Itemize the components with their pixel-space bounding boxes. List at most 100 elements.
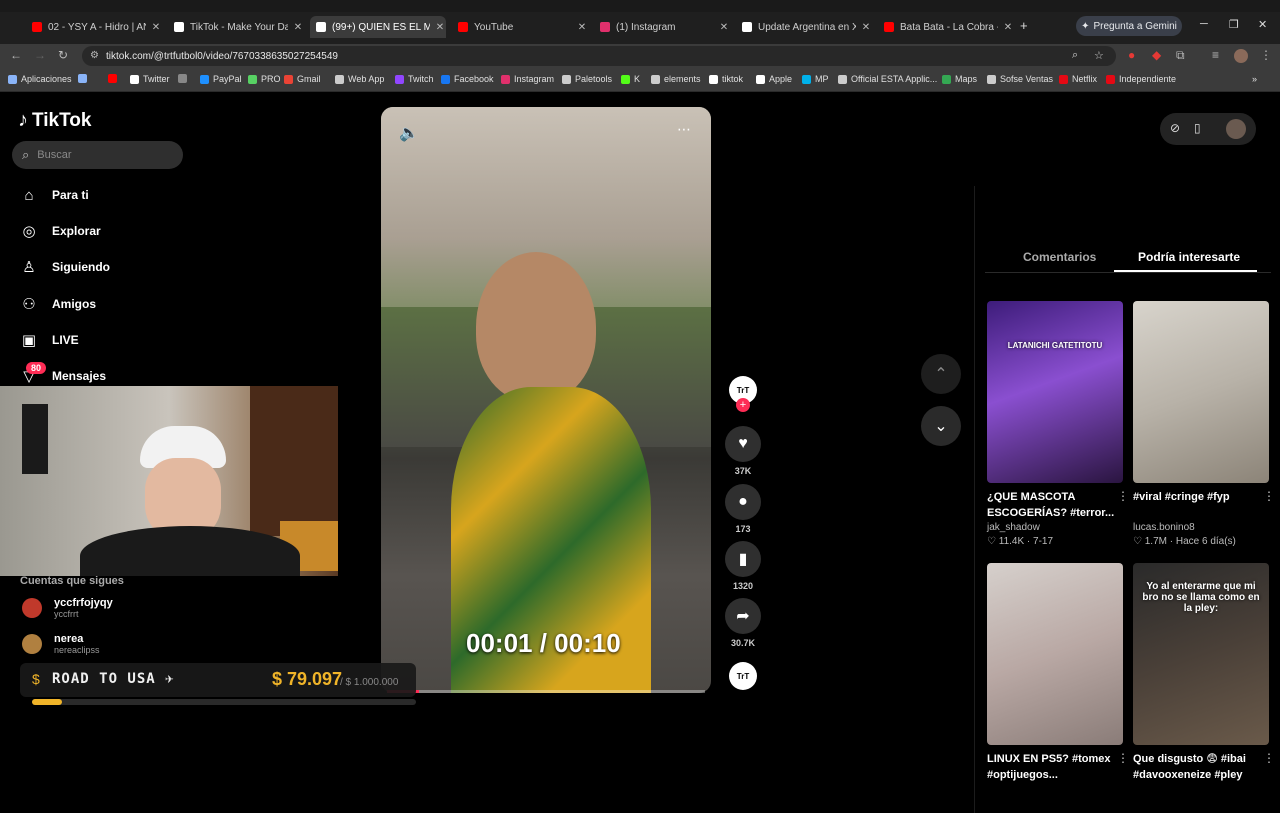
bookmark-item[interactable]: Paletools (562, 74, 612, 84)
video-thumbnail[interactable]: Yo al enterarme que mi bro no se llama c… (1133, 563, 1269, 745)
more-options-icon[interactable]: ⋮ (1263, 489, 1275, 503)
profile-avatar[interactable] (1234, 49, 1248, 63)
bookmark-item[interactable]: Sofse Ventas (987, 74, 1053, 84)
bookmark-item[interactable]: PRO (248, 74, 281, 84)
gemini-button[interactable]: ✦ Pregunta a Gemini (1076, 16, 1182, 36)
user-avatar[interactable] (1226, 119, 1246, 139)
close-window-icon[interactable]: ✕ (1258, 18, 1267, 31)
bookmark-item[interactable]: elements (651, 74, 701, 84)
nav-item-amigos[interactable]: ⚇ Amigos (20, 295, 96, 313)
browser-tab[interactable]: Bata Bata - La Cobra - You...✕ (878, 16, 1014, 38)
bookmark-item[interactable]: Netflix (1059, 74, 1097, 84)
forward-icon[interactable]: → (34, 48, 46, 62)
nav-item-siguiendo[interactable]: ♙ Siguiendo (20, 258, 110, 276)
video-thumbnail[interactable] (1133, 301, 1269, 483)
bookmark-item[interactable]: MP (802, 74, 829, 84)
site-info-icon[interactable]: ⚙ (90, 50, 99, 61)
tab-comments[interactable]: Comentarios (1023, 250, 1096, 264)
restore-icon[interactable]: ❐ (1229, 18, 1239, 31)
sound-disc[interactable]: TrT (724, 662, 762, 690)
bookmark-item[interactable]: Web App (335, 74, 384, 84)
extensions-puzzle-icon[interactable]: ⧉ (1176, 48, 1185, 63)
following-account[interactable]: nerea nereaclipss (22, 633, 100, 655)
browser-tab[interactable]: (1) Instagram ✕ (594, 16, 730, 38)
compass-icon[interactable]: ⊘ (1170, 121, 1180, 135)
more-options-icon[interactable]: ⋮ (1117, 489, 1129, 503)
bookmark-item[interactable]: PayPal (200, 74, 242, 84)
more-options-icon[interactable]: ⋯ (677, 121, 691, 138)
close-tab-icon[interactable]: ✕ (292, 22, 304, 33)
back-icon[interactable]: ← (10, 48, 22, 62)
nav-item-live[interactable]: ▣ LIVE (20, 331, 79, 349)
bookmark-item[interactable]: Instagram (501, 74, 554, 84)
more-options-icon[interactable]: ⋮ (1263, 751, 1275, 765)
tab-suggested[interactable]: Podría interesarte (1138, 250, 1240, 264)
bookmark-item[interactable] (108, 74, 121, 83)
phone-icon[interactable]: ▯ (1194, 121, 1201, 135)
close-tab-icon[interactable]: ✕ (434, 22, 446, 33)
volume-icon[interactable]: 🔈 (399, 123, 419, 143)
more-bookmarks-icon[interactable]: » (1252, 74, 1257, 84)
video-progress-track[interactable] (387, 690, 705, 693)
bookmark-item[interactable]: Independiente (1106, 74, 1176, 84)
like-action[interactable]: ♥ 37K (724, 426, 762, 476)
bookmark-item[interactable]: Twitch (395, 74, 434, 84)
follow-plus-icon[interactable]: + (736, 398, 750, 412)
new-tab-button[interactable]: + (1020, 18, 1028, 33)
bookmark-item[interactable]: Apple (756, 74, 792, 84)
bookmark-item[interactable] (78, 74, 91, 83)
close-tab-icon[interactable]: ✕ (1002, 22, 1014, 33)
close-tab-icon[interactable]: ✕ (576, 22, 588, 33)
bookmark-item[interactable]: K (621, 74, 640, 84)
close-tab-icon[interactable]: ✕ (860, 22, 872, 33)
close-tab-icon[interactable]: ✕ (150, 22, 162, 33)
media-control-icon[interactable]: ≡ (1212, 48, 1219, 62)
following-account[interactable]: yccfrfojyqy yccfrrt (22, 597, 113, 619)
save-action[interactable]: ▮ 1320 (724, 541, 762, 591)
video-thumbnail[interactable]: LATANICHI GATETITOTU (987, 301, 1123, 483)
browser-tab[interactable]: TikTok - Make Your Day ✕ (168, 16, 304, 38)
bookmark-item[interactable]: Twitter (130, 74, 170, 84)
suggested-video-card[interactable]: Yo al enterarme que mi bro no se llama c… (1133, 563, 1275, 783)
video-thumbnail[interactable] (987, 563, 1123, 745)
bookmark-item[interactable]: Official ESTA Applic... (838, 74, 937, 84)
reload-icon[interactable]: ↻ (58, 48, 68, 62)
tiktok-logo[interactable]: ♪ TikTok (18, 109, 91, 132)
creator-avatar[interactable]: TrT + (724, 376, 762, 412)
browser-tab[interactable]: 02 - YSY A - Hidro | ANTE...✕ (26, 16, 162, 38)
heart-icon[interactable]: ♥ (725, 426, 761, 462)
suggested-video-card[interactable]: LATANICHI GATETITOTU ⋮ ¿QUE MASCOTA ESCOGE… (987, 301, 1129, 547)
previous-video-button[interactable]: ⌃ (921, 354, 961, 394)
suggested-video-card[interactable]: ⋮ LINUX EN PS5? #tomex #optijuegos... (987, 563, 1129, 783)
more-options-icon[interactable]: ⋮ (1117, 751, 1129, 765)
browser-tab[interactable]: (99+) QUIEN ES EL MAXIM...✕ (310, 16, 446, 38)
donation-amount: $ 79.097 (272, 669, 343, 689)
extension-icon[interactable]: ◆ (1152, 48, 1161, 62)
next-video-button[interactable]: ⌄ (921, 406, 961, 446)
close-tab-icon[interactable]: ✕ (718, 22, 730, 33)
comment-action[interactable]: ● 173 (724, 484, 762, 534)
browser-tab[interactable]: Update Argentina en X: "...✕ (736, 16, 872, 38)
nav-item-para-ti[interactable]: ⌂ Para ti (20, 186, 88, 204)
bookmark-item[interactable]: Facebook (441, 74, 494, 84)
video-player[interactable]: 🔈 ⋯ (381, 107, 711, 693)
bookmark-item[interactable] (178, 74, 191, 83)
bookmark-star-icon[interactable]: ☆ (1094, 49, 1104, 62)
share-icon[interactable]: ➦ (725, 598, 761, 634)
search-input[interactable]: ⌕ Buscar (12, 141, 183, 169)
bookmark-item[interactable]: Aplicaciones (8, 74, 72, 84)
zoom-icon[interactable]: ⌕ (1072, 49, 1078, 62)
comment-icon[interactable]: ● (725, 484, 761, 520)
browser-tab[interactable]: YouTube ✕ (452, 16, 588, 38)
bookmark-icon[interactable]: ▮ (725, 541, 761, 577)
suggested-video-card[interactable]: ⋮ #viral #cringe #fyp lucas.bonino8 ♡ 1.7M … (1133, 301, 1275, 547)
share-action[interactable]: ➦ 30.7K (724, 598, 762, 648)
minimize-icon[interactable]: ─ (1200, 18, 1208, 30)
nav-item-explorar[interactable]: ◎ Explorar (20, 222, 100, 240)
url-field[interactable]: ⚙ tiktok.com/@trtfutbol0/video/767033863… (82, 46, 1116, 66)
extension-icon[interactable]: ● (1128, 48, 1135, 62)
bookmark-item[interactable]: tiktok (709, 74, 743, 84)
bookmark-item[interactable]: Gmail (284, 74, 321, 84)
browser-menu-icon[interactable]: ⋮ (1260, 48, 1272, 62)
bookmark-item[interactable]: Maps (942, 74, 977, 84)
